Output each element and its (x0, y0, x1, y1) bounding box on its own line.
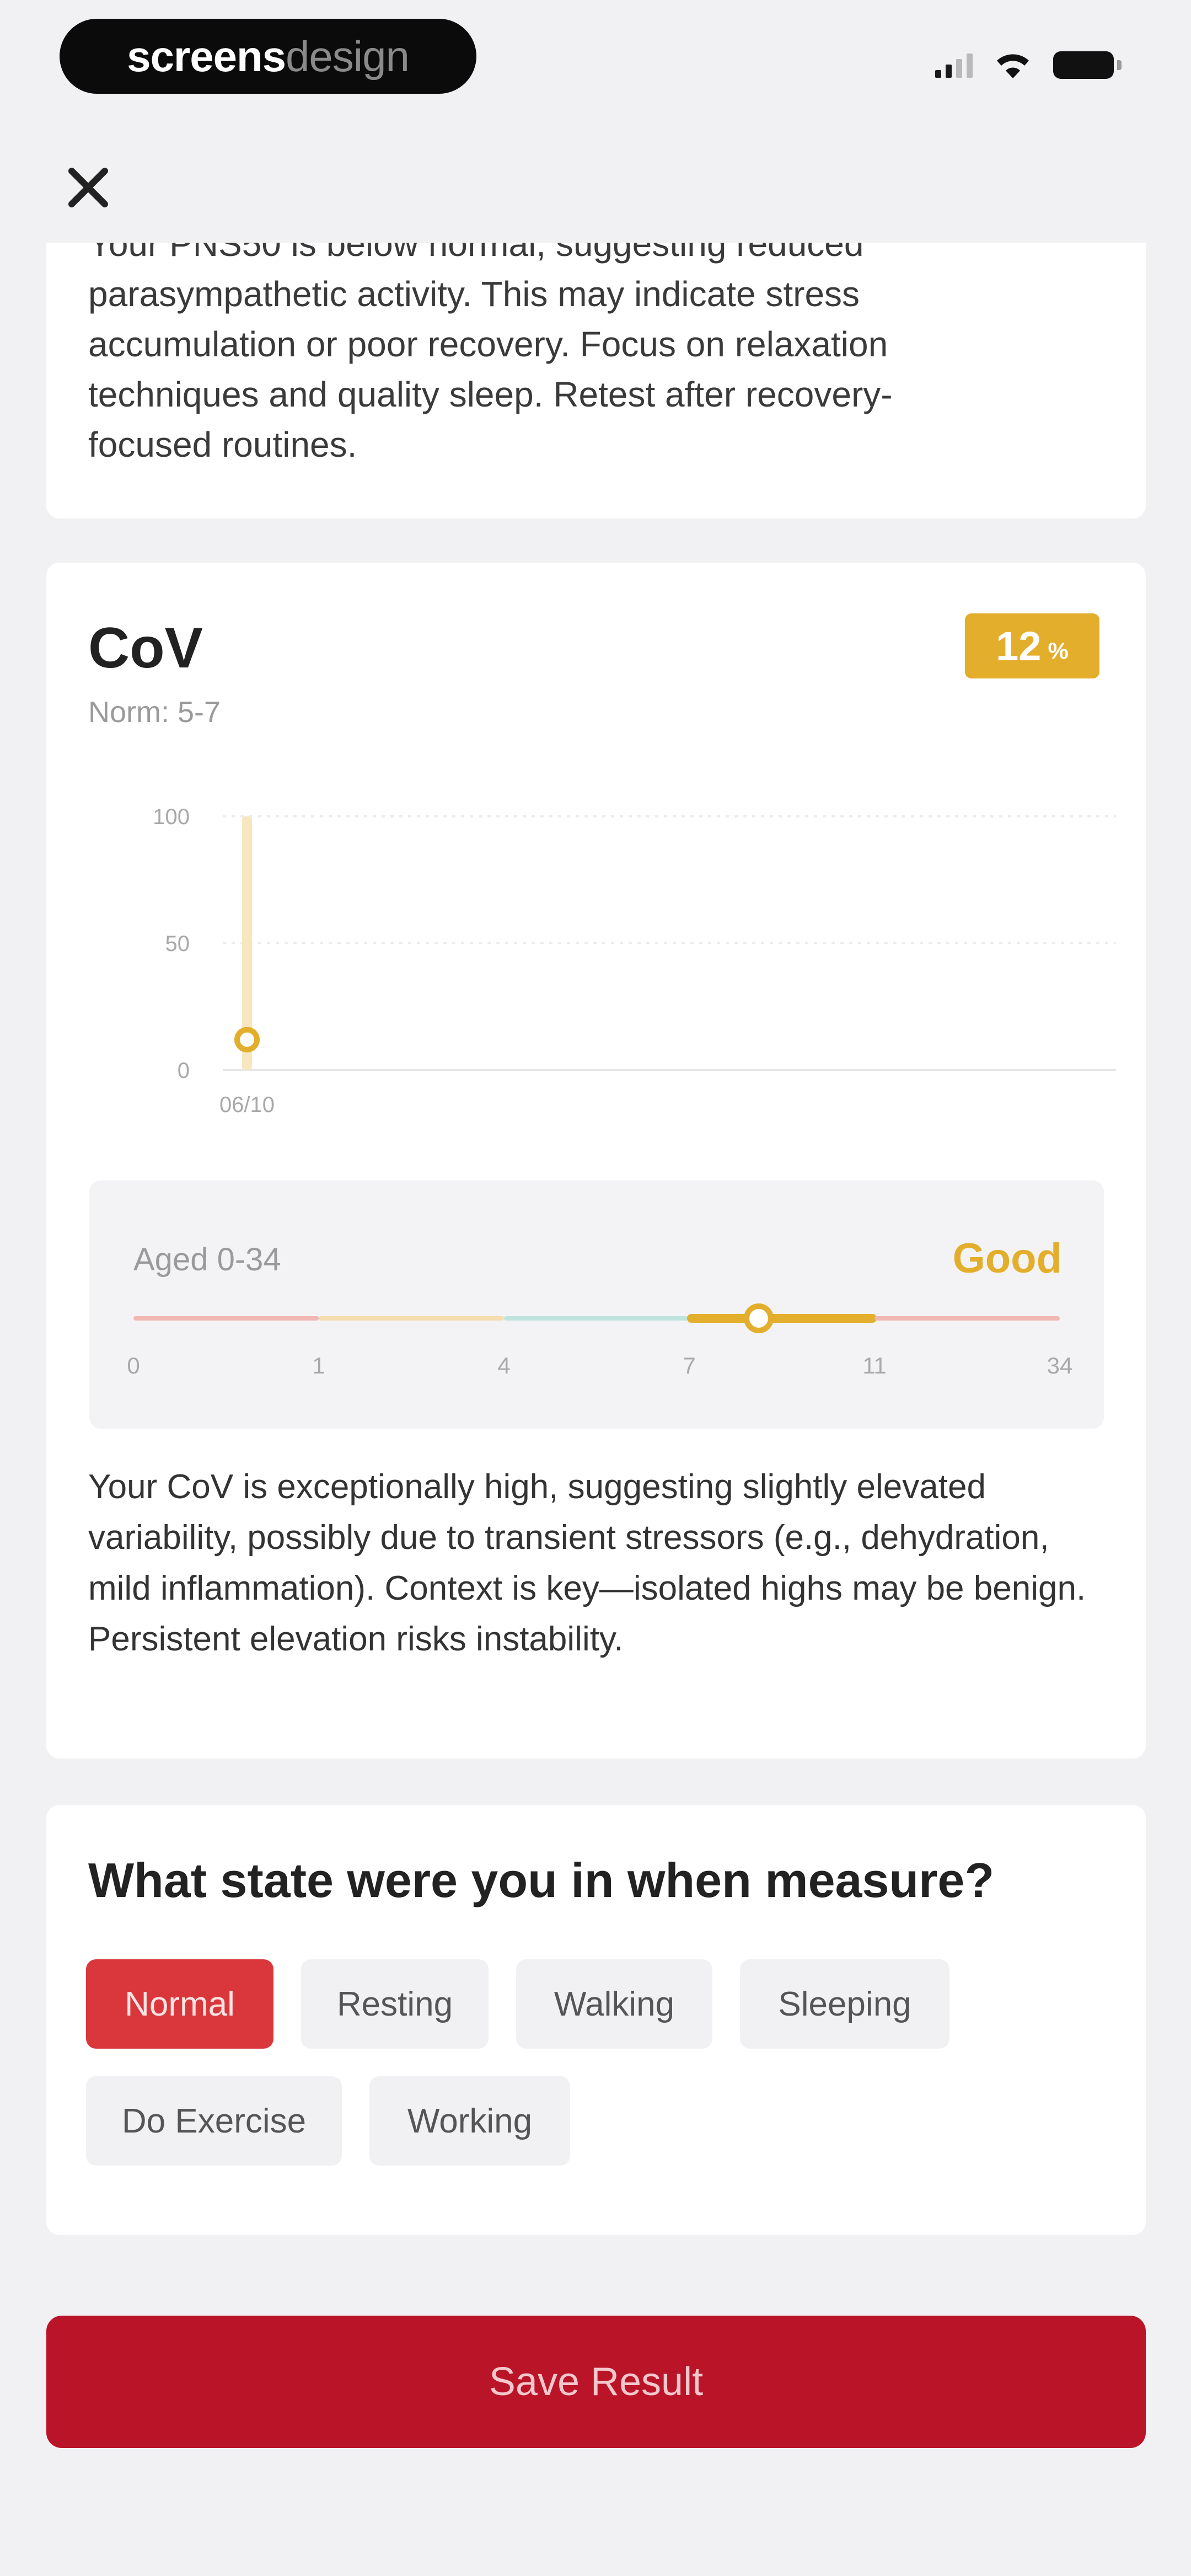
battery-icon (1053, 51, 1122, 79)
metric-description: Your CoV is exceptionally high, suggesti… (88, 1468, 1086, 1658)
state-chip-normal[interactable]: Normal (86, 1959, 273, 2049)
range-panel: Aged 0-34 Good 0 1 4 7 11 34 (89, 1180, 1104, 1429)
cellular-signal-icon (935, 52, 973, 78)
previous-metric-cut-line: Your PNS50 is below normal, suggesting r… (88, 243, 864, 264)
range-tick-label: 4 (497, 1353, 510, 1378)
range-scale: 0 1 4 7 11 34 (127, 1303, 1073, 1378)
range-tick-label: 34 (1047, 1353, 1073, 1378)
brand-logo-light: design (286, 31, 410, 81)
close-button[interactable] (61, 160, 116, 215)
status-bar: screens design (0, 0, 1191, 127)
range-tick-label: 7 (683, 1353, 695, 1378)
close-icon (68, 168, 108, 207)
y-tick-label: 0 (178, 1059, 190, 1083)
previous-metric-line: focused routines. (88, 425, 357, 464)
y-tick-label: 50 (165, 932, 190, 956)
value-badge: 12% (965, 613, 1099, 678)
range-marker (744, 1303, 774, 1333)
range-age-label: Aged 0-34 (133, 1242, 281, 1278)
range-status-label: Good (952, 1235, 1062, 1282)
state-card: What state were you in when measure? Nor… (46, 1805, 1146, 2235)
previous-metric-line: parasympathetic activity. This may indic… (88, 274, 860, 314)
metric-title: CoV (88, 616, 203, 680)
value-number: 12 (996, 623, 1042, 669)
state-chip-walking[interactable]: Walking (516, 1959, 712, 2049)
state-chip-working[interactable]: Working (369, 2076, 570, 2166)
previous-metric-card: Your PNS50 is below normal, suggesting r… (46, 243, 1146, 519)
wifi-icon (997, 54, 1029, 78)
state-chip-do-exercise[interactable]: Do Exercise (86, 2076, 342, 2166)
value-unit: % (1048, 638, 1069, 664)
previous-metric-line: accumulation or poor recovery. Focus on … (88, 324, 888, 364)
cov-card: CoV Norm: 5-7 12% 100 50 0 06/10 Aged 0-34 … (46, 563, 1146, 1759)
previous-metric-line: techniques and quality sleep. Retest aft… (88, 375, 893, 414)
brand-logo: screens design (60, 19, 476, 94)
range-tick-label: 11 (862, 1353, 887, 1378)
status-icons (935, 51, 1122, 79)
range-tick-label: 1 (312, 1353, 325, 1378)
x-tick-label: 06/10 (219, 1093, 275, 1117)
previous-metric-description: Your PNS50 is below normal, suggesting r… (88, 243, 1059, 470)
metric-norm: Norm: 5-7 (88, 696, 221, 729)
state-question: What state were you in when measure? (88, 1853, 995, 1907)
state-chip-resting[interactable]: Resting (301, 1959, 489, 2049)
y-tick-label: 100 (153, 805, 190, 829)
save-result-button[interactable]: Save Result (46, 2316, 1146, 2448)
range-tick-label: 0 (127, 1353, 140, 1378)
cov-history-chart: 100 50 0 06/10 (153, 805, 1116, 1117)
state-chip-sleeping[interactable]: Sleeping (740, 1959, 949, 2049)
data-point (234, 1027, 260, 1052)
brand-logo-bold: screens (127, 31, 286, 81)
